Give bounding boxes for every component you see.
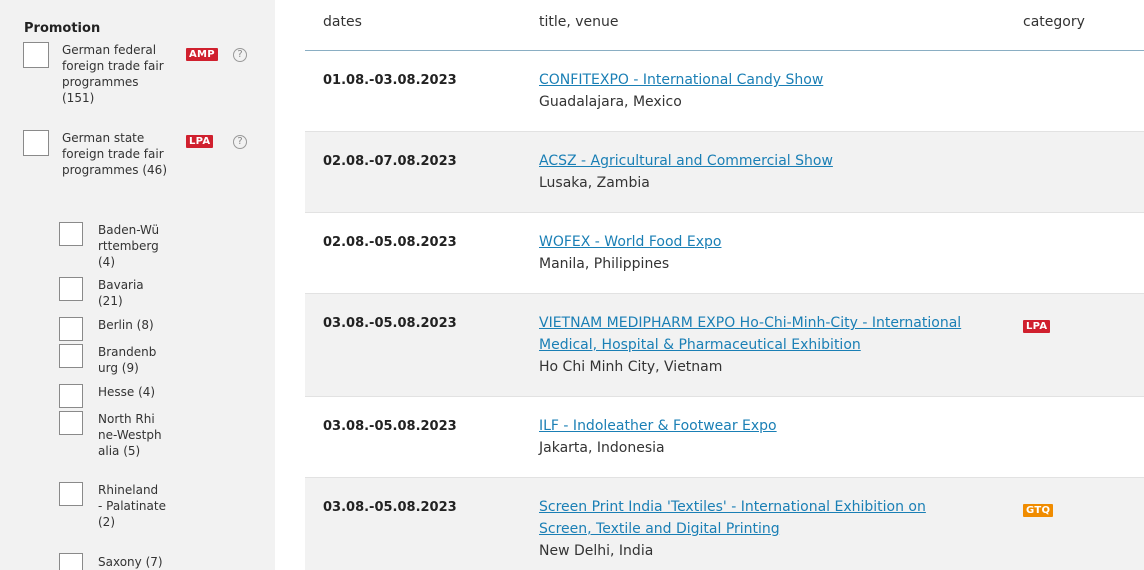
- fair-venue: New Delhi, India: [539, 543, 654, 559]
- state-checkbox-berlin[interactable]: [59, 317, 83, 341]
- state-programme-checkbox[interactable]: [23, 130, 49, 156]
- state-label: North Rhine-Westphalia (5): [98, 412, 162, 458]
- row-dates: 01.08.-03.08.2023: [323, 73, 457, 88]
- column-header-category[interactable]: category: [1023, 14, 1085, 30]
- fair-venue: Guadalajara, Mexico: [539, 94, 682, 110]
- state-label: Berlin (8): [98, 318, 154, 332]
- fair-venue: Lusaka, Zambia: [539, 175, 650, 191]
- help-icon[interactable]: ?: [233, 135, 247, 149]
- state-label: Saxony (7): [98, 555, 163, 569]
- column-header-dates[interactable]: dates: [323, 14, 362, 30]
- state-checkbox-north-rhine-westphalia[interactable]: [59, 411, 83, 435]
- federal-programme-label: German federal foreign trade fair progra…: [62, 43, 164, 105]
- state-label: Rhineland - Palatinate (2): [98, 483, 166, 529]
- fair-title-link[interactable]: CONFITEXPO - International Candy Show: [539, 69, 979, 91]
- state-checkbox-saxony[interactable]: [59, 553, 83, 570]
- sidebar-title: Promotion: [24, 21, 101, 36]
- state-checkbox-hesse[interactable]: [59, 384, 83, 408]
- state-label: Brandenburg (9): [98, 345, 157, 375]
- row-dates: 03.08.-05.08.2023: [323, 419, 457, 434]
- row-dates: 02.08.-05.08.2023: [323, 235, 457, 250]
- fair-title-link[interactable]: ILF - Indoleather & Footwear Expo: [539, 415, 979, 437]
- row-dates: 03.08.-05.08.2023: [323, 500, 457, 515]
- fair-venue: Manila, Philippines: [539, 256, 670, 272]
- amp-badge: AMP: [186, 48, 218, 61]
- fair-venue: Ho Chi Minh City, Vietnam: [539, 359, 723, 375]
- row-dates: 03.08.-05.08.2023: [323, 316, 457, 331]
- federal-programme-checkbox[interactable]: [23, 42, 49, 68]
- column-header-title-venue[interactable]: title, venue: [539, 14, 619, 30]
- state-checkbox-baden-wuerttemberg[interactable]: [59, 222, 83, 246]
- table-row: 03.08.-05.08.2023 Screen Print India 'Te…: [305, 478, 1144, 570]
- row-dates: 02.08.-07.08.2023: [323, 154, 457, 169]
- table-row: 01.08.-03.08.2023 CONFITEXPO - Internati…: [305, 51, 1144, 132]
- state-label: Hesse (4): [98, 385, 156, 399]
- fair-title-link[interactable]: Screen Print India 'Textiles' - Internat…: [539, 496, 979, 540]
- promotion-filter-sidebar: Promotion German federal foreign trade f…: [0, 0, 275, 570]
- lpa-badge: LPA: [186, 135, 214, 148]
- fair-results-table: dates title, venue category 01.08.-03.08…: [305, 0, 1144, 570]
- fair-title-link[interactable]: ACSZ - Agricultural and Commercial Show: [539, 150, 979, 172]
- state-label: Baden-Württemberg (4): [98, 223, 160, 269]
- fair-title-link[interactable]: VIETNAM MEDIPHARM EXPO Ho-Chi-Minh-City …: [539, 312, 979, 356]
- gtq-category-badge: GTQ: [1023, 504, 1054, 517]
- help-icon[interactable]: ?: [233, 48, 247, 62]
- table-row: 02.08.-05.08.2023 WOFEX - World Food Exp…: [305, 213, 1144, 294]
- fair-title-link[interactable]: WOFEX - World Food Expo: [539, 231, 979, 253]
- table-row: 03.08.-05.08.2023 VIETNAM MEDIPHARM EXPO…: [305, 294, 1144, 397]
- table-row: 02.08.-07.08.2023 ACSZ - Agricultural an…: [305, 132, 1144, 213]
- state-label: Bavaria (21): [98, 278, 144, 308]
- state-checkbox-bavaria[interactable]: [59, 277, 83, 301]
- state-checkbox-brandenburg[interactable]: [59, 344, 83, 368]
- fair-venue: Jakarta, Indonesia: [539, 440, 665, 456]
- state-programme-label: German state foreign trade fair programm…: [62, 131, 167, 177]
- lpa-category-badge: LPA: [1023, 320, 1051, 333]
- table-row: 03.08.-05.08.2023 ILF - Indoleather & Fo…: [305, 397, 1144, 478]
- state-checkbox-rhineland-palatinate[interactable]: [59, 482, 83, 506]
